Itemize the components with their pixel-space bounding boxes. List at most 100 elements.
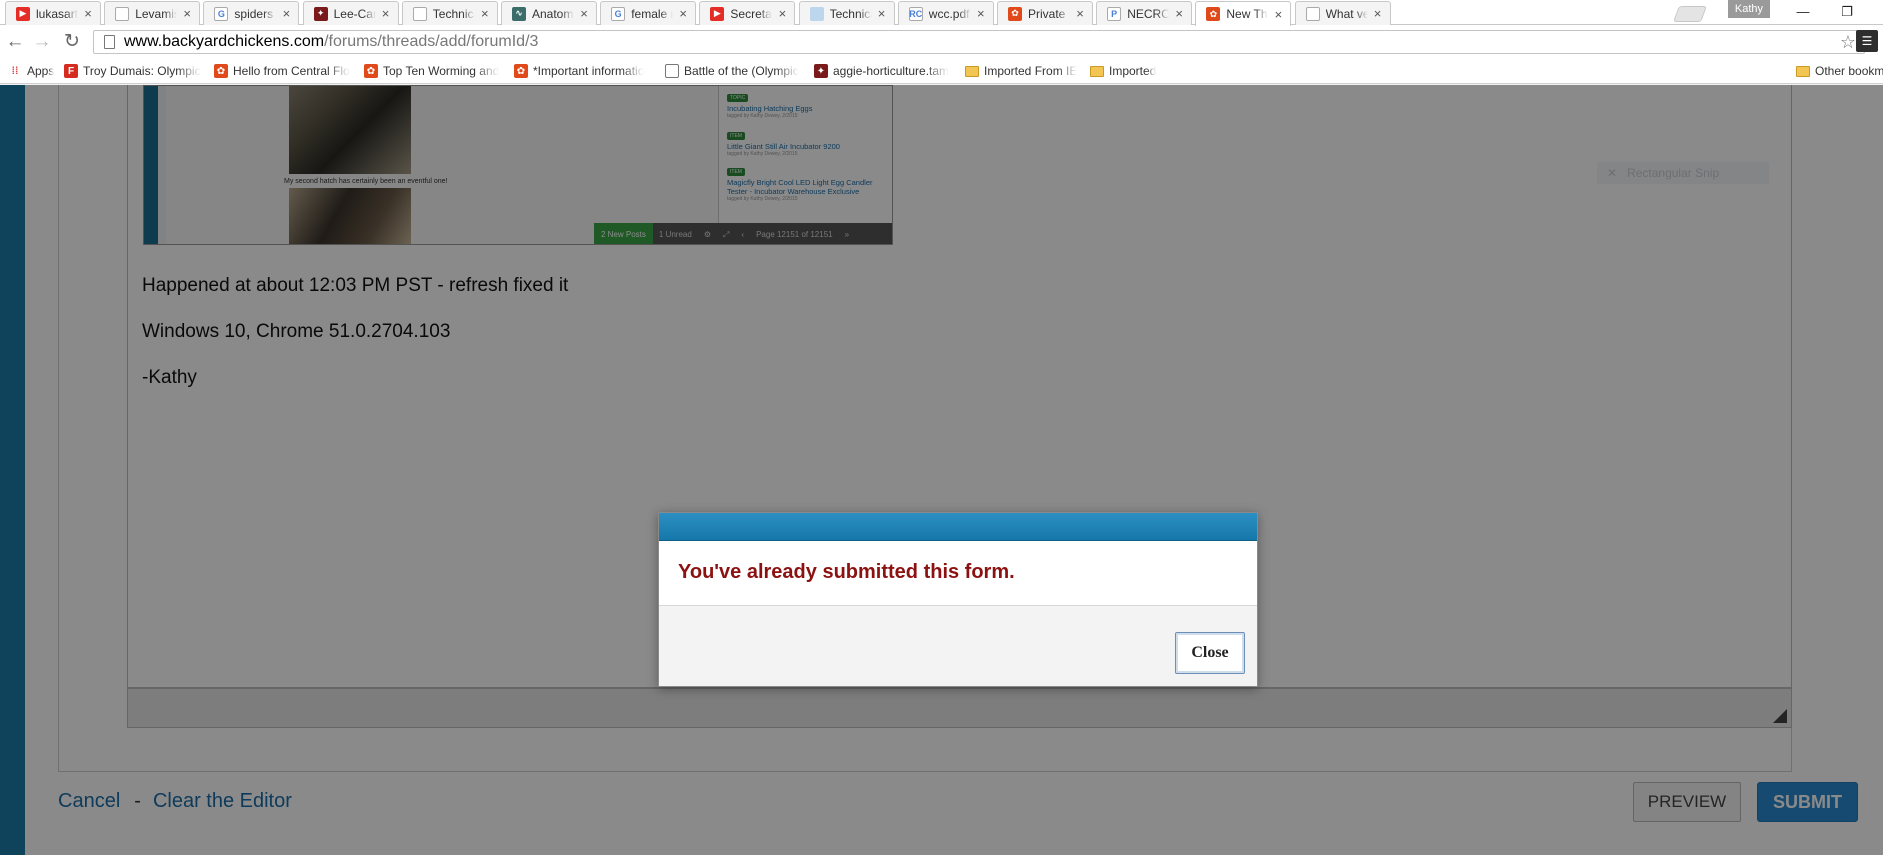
bookmark-item[interactable]: ✿ Hello from Central Flo [214,62,354,80]
tab-close-icon[interactable]: × [1074,6,1086,21]
bookmark-item[interactable]: Imported [1090,62,1170,80]
bookmark-label: Battle of the (Olympic [684,64,799,78]
tab-close-icon[interactable]: × [82,6,94,21]
bookmark-label: Troy Dumais: Olympic [83,64,201,78]
tab-close-icon[interactable]: × [776,6,788,21]
other-bookmarks[interactable]: Other bookm [1796,62,1883,80]
bookmark-item[interactable]: ✿ Top Ten Worming and [364,62,504,80]
bookmark-favicon-icon: ✿ [364,64,378,78]
tab-favicon-icon: ∿ [512,6,526,21]
browser-tab[interactable]: P NECROTIC E × [1096,1,1193,25]
bookmark-item[interactable]: ✿ *Important informatio [514,62,654,80]
tab-favicon-icon: G [611,6,626,21]
bookmark-star-icon[interactable]: ☆ [1840,31,1856,53]
forward-arrow-icon[interactable]: → [30,30,54,54]
tab-label: Private Mes [1028,6,1070,21]
browser-tab[interactable]: ✦ Lee-Cartwri × [302,1,399,25]
tab-label: TechnicalPr [432,6,475,21]
tab-close-icon[interactable]: × [677,6,689,21]
tab-close-icon[interactable]: × [1272,7,1284,22]
address-bar[interactable]: www.backyardchickens.com /forums/threads… [93,30,1865,54]
bookmark-label: aggie-horticulture.tam [833,64,950,78]
tab-favicon-icon: G [214,6,229,21]
bookmark-favicon-icon: ✦ [814,64,828,78]
dialog-footer: Close [659,606,1257,686]
browser-tab[interactable]: Levamisole × [104,1,201,25]
reload-icon[interactable]: ↻ [60,30,84,54]
tab-favicon-icon: P [1107,6,1122,21]
close-button[interactable]: Close [1175,632,1245,674]
tab-label: lukasarts1 - [36,6,78,21]
bookmark-label: Imported From IE [984,64,1078,78]
tab-close-icon[interactable]: × [578,6,590,21]
bookmark-item[interactable]: Battle of the (Olympic [665,62,805,80]
tab-label: New Thread [1226,7,1268,21]
tab-close-icon[interactable]: × [876,6,888,21]
bookmark-item[interactable]: F Troy Dumais: Olympic [64,62,204,80]
tab-close-icon[interactable]: × [1372,6,1384,21]
tab-label: Secretary Bi [730,6,772,21]
browser-tab[interactable]: Gfemale roya × [600,1,697,25]
browser-tab[interactable]: ✿ Private Mes × [997,1,1093,25]
browser-tab[interactable]: ∿ Anatomy of × [501,1,597,25]
tab-favicon-icon: RC [908,6,923,21]
already-submitted-dialog: You've already submitted this form. Clos… [658,512,1258,687]
bookmark-item[interactable]: ✦ aggie-horticulture.tam [814,62,954,80]
new-tab-button[interactable] [1673,6,1707,22]
tab-favicon-icon: ▶ [16,6,30,21]
dialog-message: You've already submitted this form. [659,541,1257,606]
folder-icon [1796,65,1810,77]
bookmark-favicon-icon: F [64,64,78,78]
browser-tab[interactable]: What versio × [1294,1,1391,25]
apps-grid-icon: ⁞⁞ [8,64,22,78]
bookmark-label: Apps [27,64,55,78]
browser-tab[interactable]: ✿ New Thread × [1195,1,1292,26]
tab-strip: ▶ lukasarts1 - × Levamisole × Gspiders eati ×… [0,0,1883,26]
tab-close-icon[interactable]: × [380,6,392,21]
url-host: www.backyardchickens.com [124,33,325,50]
tab-favicon-icon: ✿ [1206,7,1221,21]
tab-label: spiders eati [234,6,276,21]
bookmark-favicon-icon [665,64,679,78]
bookmark-label: Hello from Central Flo [233,64,350,78]
browser-tab[interactable]: ▶ Secretary Bi × [699,1,796,25]
tab-close-icon[interactable]: × [1173,6,1185,21]
tab-label: Levamisole [135,6,177,21]
profile-badge[interactable]: Kathy [1728,0,1770,18]
bookmark-item[interactable]: Imported From IE [965,62,1085,80]
tab-favicon-icon: ✦ [313,6,328,21]
tab-close-icon[interactable]: × [280,6,292,21]
browser-tab[interactable]: RC wcc.pdf × [897,1,994,25]
browser-tab[interactable]: TechnicalPr × [401,1,498,25]
page-icon [104,35,115,49]
folder-icon [965,65,979,77]
tab-label: wcc.pdf [928,6,970,21]
modal-overlay[interactable] [0,85,1883,855]
tab-favicon-icon: ✿ [1008,6,1022,21]
browser-tab[interactable]: Gspiders eati × [203,1,300,25]
browser-menu-icon[interactable]: ☰ [1856,30,1878,52]
tab-label: NECROTIC E [1127,6,1169,21]
bookmark-label: Top Ten Worming and [383,64,500,78]
folder-icon [1090,65,1104,77]
tab-close-icon[interactable]: × [975,6,987,21]
tab-label: Lee-Cartwri [333,6,376,21]
browser-tab[interactable]: Technical Pr × [798,1,895,25]
tab-close-icon[interactable]: × [181,6,193,21]
url-path: /forums/threads/add/forumId/3 [324,33,539,50]
bookmarks-bar: Other bookm ⁞⁞ Apps F Troy Dumais: Olympic ✿… [0,58,1883,84]
browser-tab[interactable]: ▶ lukasarts1 - × [5,1,101,25]
tab-label: What versio [1325,6,1368,21]
bookmark-favicon-icon: ✿ [214,64,228,78]
minimize-icon[interactable]: — [1781,0,1825,25]
restore-icon[interactable]: ❐ [1825,0,1869,25]
tab-favicon-icon [809,6,824,21]
bookmark-item[interactable]: ⁞⁞ Apps [8,62,58,80]
tab-favicon-icon: ▶ [710,6,725,21]
tab-label: Technical Pr [829,6,872,21]
bookmark-label: *Important informatio [533,64,645,78]
back-arrow-icon[interactable]: ← [3,30,27,54]
tab-favicon-icon [1305,6,1320,21]
tab-close-icon[interactable]: × [479,6,491,21]
bookmark-favicon-icon: ✿ [514,64,528,78]
